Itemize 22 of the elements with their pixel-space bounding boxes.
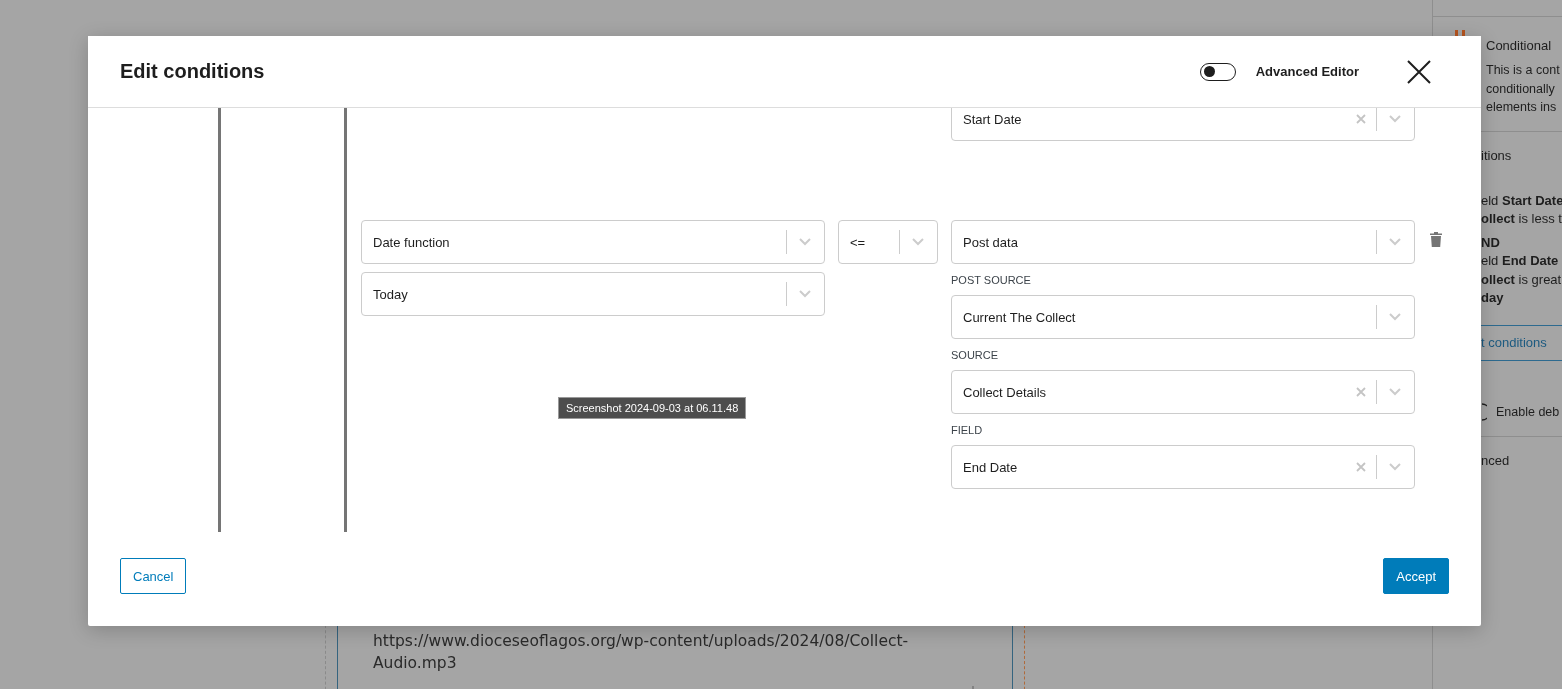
block-description: This is a cont conditionally elements ins (1485, 62, 1561, 116)
field-label: FIELD (951, 424, 984, 437)
dropdown[interactable]: End Date (951, 445, 1415, 489)
dropdown[interactable]: Date function (361, 220, 825, 264)
tooltip: Screenshot 2024-09-03 at 06.11.48 (558, 397, 747, 419)
audio-url: https://www.dioceseoflagos.org/wp-content/uploads/2024/08/Collect- Audio.mp3 (373, 631, 910, 674)
dropdown[interactable]: Current The Collect (951, 295, 1415, 339)
cancel-button[interactable]: Cancel (120, 558, 187, 594)
dropdown[interactable]: Post data (951, 220, 1415, 264)
field-label: SOURCE (951, 349, 1000, 362)
accept-button[interactable]: Accept (1383, 558, 1449, 594)
field-label: POST SOURCE (951, 274, 1032, 287)
dropdown[interactable]: Start Date (951, 108, 1415, 141)
dropdown[interactable]: <= (838, 220, 938, 264)
block-title: Conditional (1485, 37, 1553, 55)
panel-title: itions (1480, 147, 1513, 164)
condition-summary: ND eld End Date ollect is great day (1481, 233, 1562, 307)
dropdown[interactable]: Collect Details (951, 370, 1415, 414)
dialog-title: Edit conditions (120, 60, 266, 83)
toggle-label: Advanced Editor (1255, 64, 1359, 79)
debug-label: Enable deb (1496, 404, 1560, 419)
dropdown[interactable]: Today (361, 272, 825, 316)
